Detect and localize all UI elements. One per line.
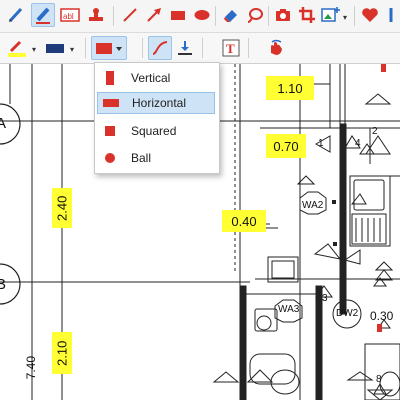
hand-icon[interactable] bbox=[264, 36, 288, 60]
dimension-tag[interactable]: 0.40 bbox=[222, 210, 266, 232]
text-style-icon[interactable]: T bbox=[219, 36, 243, 60]
ellipse-icon[interactable] bbox=[190, 3, 214, 27]
align-icon[interactable] bbox=[173, 36, 197, 60]
fill-color-icon[interactable] bbox=[42, 36, 68, 60]
dimension-label: 0.30 bbox=[370, 309, 394, 323]
image-add-icon[interactable] bbox=[319, 3, 343, 27]
room-tag: WA3 bbox=[278, 304, 300, 315]
ball-icon bbox=[101, 149, 119, 167]
horizontal-bar-icon bbox=[102, 94, 120, 112]
triangle-number: 8 bbox=[376, 374, 382, 385]
triangle-number: 2 bbox=[372, 126, 378, 137]
line-icon[interactable] bbox=[118, 3, 142, 27]
rectangle-icon[interactable] bbox=[166, 3, 190, 27]
highlighter-icon[interactable] bbox=[31, 3, 55, 27]
triangle-number: 3 bbox=[322, 293, 328, 304]
annotation-toolbar: abl ▾ bbox=[0, 0, 400, 33]
dimension-tag[interactable]: 0.70 bbox=[266, 134, 306, 158]
lasso-icon[interactable] bbox=[243, 3, 267, 27]
arrow-icon[interactable] bbox=[142, 3, 166, 27]
pen-color-icon[interactable] bbox=[4, 36, 30, 60]
menu-item-ball[interactable]: Ball bbox=[97, 147, 215, 169]
vertical-bar-icon bbox=[101, 69, 119, 87]
crop-icon[interactable] bbox=[295, 3, 319, 27]
dimension-tag[interactable]: 2.10 bbox=[52, 332, 72, 374]
camera-icon[interactable] bbox=[271, 3, 295, 27]
shape-style-menu: Vertical Horizontal Squared Ball bbox=[94, 62, 220, 174]
room-tag: WA2 bbox=[302, 200, 324, 211]
shape-style-icon[interactable] bbox=[91, 36, 127, 60]
menu-item-label: Ball bbox=[131, 151, 152, 165]
triangle-number: 4 bbox=[355, 138, 361, 149]
room-tag: DW2 bbox=[336, 308, 359, 319]
grid-label-b: B bbox=[0, 276, 7, 293]
dimension-label: 7.40 bbox=[24, 356, 38, 380]
heart-icon[interactable] bbox=[358, 3, 382, 27]
pen-icon[interactable] bbox=[4, 3, 28, 27]
menu-item-squared[interactable]: Squared bbox=[97, 120, 215, 142]
dimension-tag[interactable]: 2.40 bbox=[52, 188, 72, 228]
curve-icon[interactable] bbox=[148, 36, 172, 60]
eraser-icon[interactable] bbox=[219, 3, 243, 27]
menu-item-label: Squared bbox=[131, 124, 177, 138]
menu-item-vertical[interactable]: Vertical bbox=[97, 67, 215, 89]
text-field-icon[interactable]: abl bbox=[58, 3, 82, 27]
svg-text:T: T bbox=[226, 41, 235, 56]
grid-label-a: A bbox=[0, 115, 7, 132]
dimension-tag[interactable]: 1.10 bbox=[266, 76, 314, 100]
triangle-number: 1 bbox=[318, 138, 324, 149]
properties-toolbar: ▾ ▾ T bbox=[0, 33, 400, 64]
more-tools-icon[interactable] bbox=[384, 3, 400, 27]
menu-item-label: Horizontal bbox=[132, 96, 187, 110]
menu-item-horizontal[interactable]: Horizontal bbox=[97, 92, 215, 114]
menu-item-label: Vertical bbox=[131, 71, 171, 85]
stamp-icon[interactable] bbox=[84, 3, 108, 27]
square-icon bbox=[101, 122, 119, 140]
svg-text:abl: abl bbox=[63, 12, 74, 21]
